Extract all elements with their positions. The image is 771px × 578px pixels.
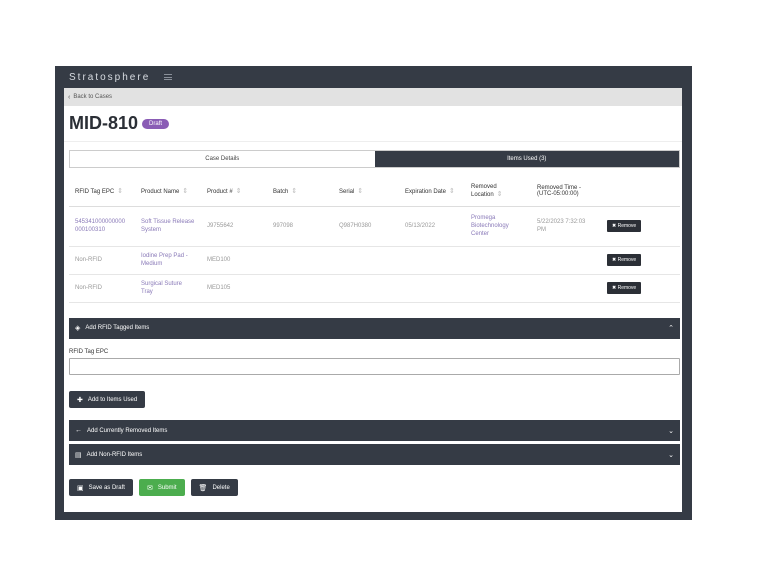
cell-batch: 997098 xyxy=(267,206,333,247)
chevron-down-icon: ⌄ xyxy=(668,451,674,459)
tab-bar: Case Details Items Used (3) xyxy=(69,150,680,168)
add-to-items-used-button[interactable]: ✚ Add to Items Used xyxy=(69,391,146,408)
cell-epc: Non-RFID xyxy=(69,246,135,275)
cell-expiration xyxy=(399,246,465,275)
column-header[interactable]: Product Name ⇕ xyxy=(135,176,201,207)
cell-product-no: J9755642 xyxy=(201,206,267,247)
column-header-actions xyxy=(601,176,680,207)
envelope-icon: ✉ xyxy=(146,484,153,492)
panel-label: Add RFID Tagged Items xyxy=(85,325,150,331)
back-link[interactable]: ‹ Back to Cases xyxy=(64,88,682,106)
cell-batch xyxy=(267,274,333,303)
form-actions: ▣ Save as Draft ✉ Submit 🗑 Delete xyxy=(69,479,682,496)
column-header[interactable]: Product # ⇕ xyxy=(201,176,267,207)
cell-location[interactable]: Promega Biotechnology Center xyxy=(465,206,531,247)
column-header[interactable]: Batch ⇕ xyxy=(267,176,333,207)
tab-case-details[interactable]: Case Details xyxy=(70,151,375,167)
table-header-row: RFID Tag EPC ⇕ Product Name ⇕ Product # ⇕ B… xyxy=(69,176,680,207)
status-badge: Draft xyxy=(142,118,170,129)
cell-location xyxy=(465,246,531,275)
cell-epc[interactable]: 545341000000000 000100310 xyxy=(69,206,135,247)
panel-label: Add Currently Removed Items xyxy=(87,427,168,434)
panel-add-removed-items[interactable]: ← Add Currently Removed Items ⌄ xyxy=(69,420,680,441)
sort-icon: ⇕ xyxy=(449,187,455,195)
remove-button[interactable]: ✖ Remove xyxy=(607,282,642,294)
cell-location xyxy=(465,274,531,303)
page-header: MID-810 Draft xyxy=(64,106,682,142)
sort-icon: ⇕ xyxy=(182,187,189,195)
column-header[interactable]: Removed Location ⇕ xyxy=(465,176,531,207)
delete-button[interactable]: 🗑 Delete xyxy=(190,479,238,496)
cell-epc: Non-RFID xyxy=(69,274,135,303)
sort-icon: ⇕ xyxy=(496,190,503,198)
sort-icon: ⇕ xyxy=(291,187,298,195)
cell-time: 5/22/2023 7:32:03 PM xyxy=(531,206,601,247)
cell-action: ✖ Remove xyxy=(601,274,680,303)
save-icon: ▣ xyxy=(77,484,84,492)
table-row: Non-RFID Surgical Suture Tray MED105 ✖ R… xyxy=(69,274,680,303)
remove-button[interactable]: ✖ Remove xyxy=(607,254,642,266)
hamburger-menu-icon[interactable] xyxy=(164,74,173,80)
list-icon: ▤ xyxy=(75,451,82,459)
tag-icon: ◈ xyxy=(75,325,81,332)
panel-add-non-rfid-items[interactable]: ▤ Add Non-RFID Items ⌄ xyxy=(69,444,680,465)
app-window: Stratosphere ‹ Back to Cases MID-810 Dra… xyxy=(55,66,692,520)
remove-button[interactable]: ✖ Remove xyxy=(607,220,642,232)
column-header[interactable]: Expiration Date ⇕ xyxy=(399,176,465,207)
arrow-left-icon: ← xyxy=(75,427,82,434)
chevron-down-icon: ⌄ xyxy=(668,427,674,435)
cell-expiration: 05/13/2022 xyxy=(399,206,465,247)
add-button-row: ✚ Add to Items Used xyxy=(69,389,682,408)
cell-time xyxy=(531,274,601,303)
cell-serial xyxy=(333,274,399,303)
page-title: MID-810 xyxy=(69,113,139,133)
top-bar: Stratosphere xyxy=(55,66,692,88)
rfid-tag-epc-input[interactable] xyxy=(69,357,680,375)
panel-add-rfid-items[interactable]: ◈ Add RFID Tagged Items ⌃ xyxy=(69,317,680,339)
column-header[interactable]: RFID Tag EPC ⇕ xyxy=(69,176,135,207)
back-link-label: Back to Cases xyxy=(73,94,113,100)
trash-icon: 🗑 xyxy=(198,484,208,492)
sort-icon: ⇕ xyxy=(235,187,242,195)
cell-product-name[interactable]: Soft Tissue Release System xyxy=(135,206,201,247)
panel-label: Add Non-RFID Items xyxy=(86,451,143,458)
cell-time xyxy=(531,246,601,275)
tab-items-used[interactable]: Items Used (3) xyxy=(374,151,679,167)
save-as-draft-button[interactable]: ▣ Save as Draft xyxy=(69,479,133,496)
cell-batch xyxy=(267,246,333,275)
cell-serial xyxy=(333,246,399,275)
main-content: ‹ Back to Cases MID-810 Draft Case Detai… xyxy=(64,88,682,512)
cell-product-name[interactable]: Surgical Suture Tray xyxy=(135,274,201,303)
sort-icon: ⇕ xyxy=(117,187,124,195)
table-row: Non-RFID Iodine Prep Pad - Medium MED100… xyxy=(69,246,680,275)
column-header[interactable]: Removed Time - (UTC-05:00:00) xyxy=(531,176,601,207)
brand-logo: Stratosphere xyxy=(69,71,151,83)
rfid-field-label: RFID Tag EPC xyxy=(69,348,109,355)
cell-product-no: MED100 xyxy=(201,246,267,275)
table-row: 545341000000000 000100310 Soft Tissue Re… xyxy=(69,206,680,247)
cell-serial: Q987H0380 xyxy=(333,206,399,247)
sort-icon: ⇕ xyxy=(357,187,364,195)
chevron-left-icon: ‹ xyxy=(68,93,71,101)
items-table: RFID Tag EPC ⇕ Product Name ⇕ Product # ⇕ B… xyxy=(69,176,680,303)
chevron-up-icon: ⌃ xyxy=(668,325,674,332)
cell-action: ✖ Remove xyxy=(601,246,680,275)
cell-action: ✖ Remove xyxy=(601,206,680,247)
cell-expiration xyxy=(399,274,465,303)
submit-button[interactable]: ✉ Submit xyxy=(138,479,185,496)
plus-icon: ✚ xyxy=(77,396,83,404)
cell-product-no: MED105 xyxy=(201,274,267,303)
column-header[interactable]: Serial ⇕ xyxy=(333,176,399,207)
cell-product-name[interactable]: Iodine Prep Pad - Medium xyxy=(135,246,201,275)
